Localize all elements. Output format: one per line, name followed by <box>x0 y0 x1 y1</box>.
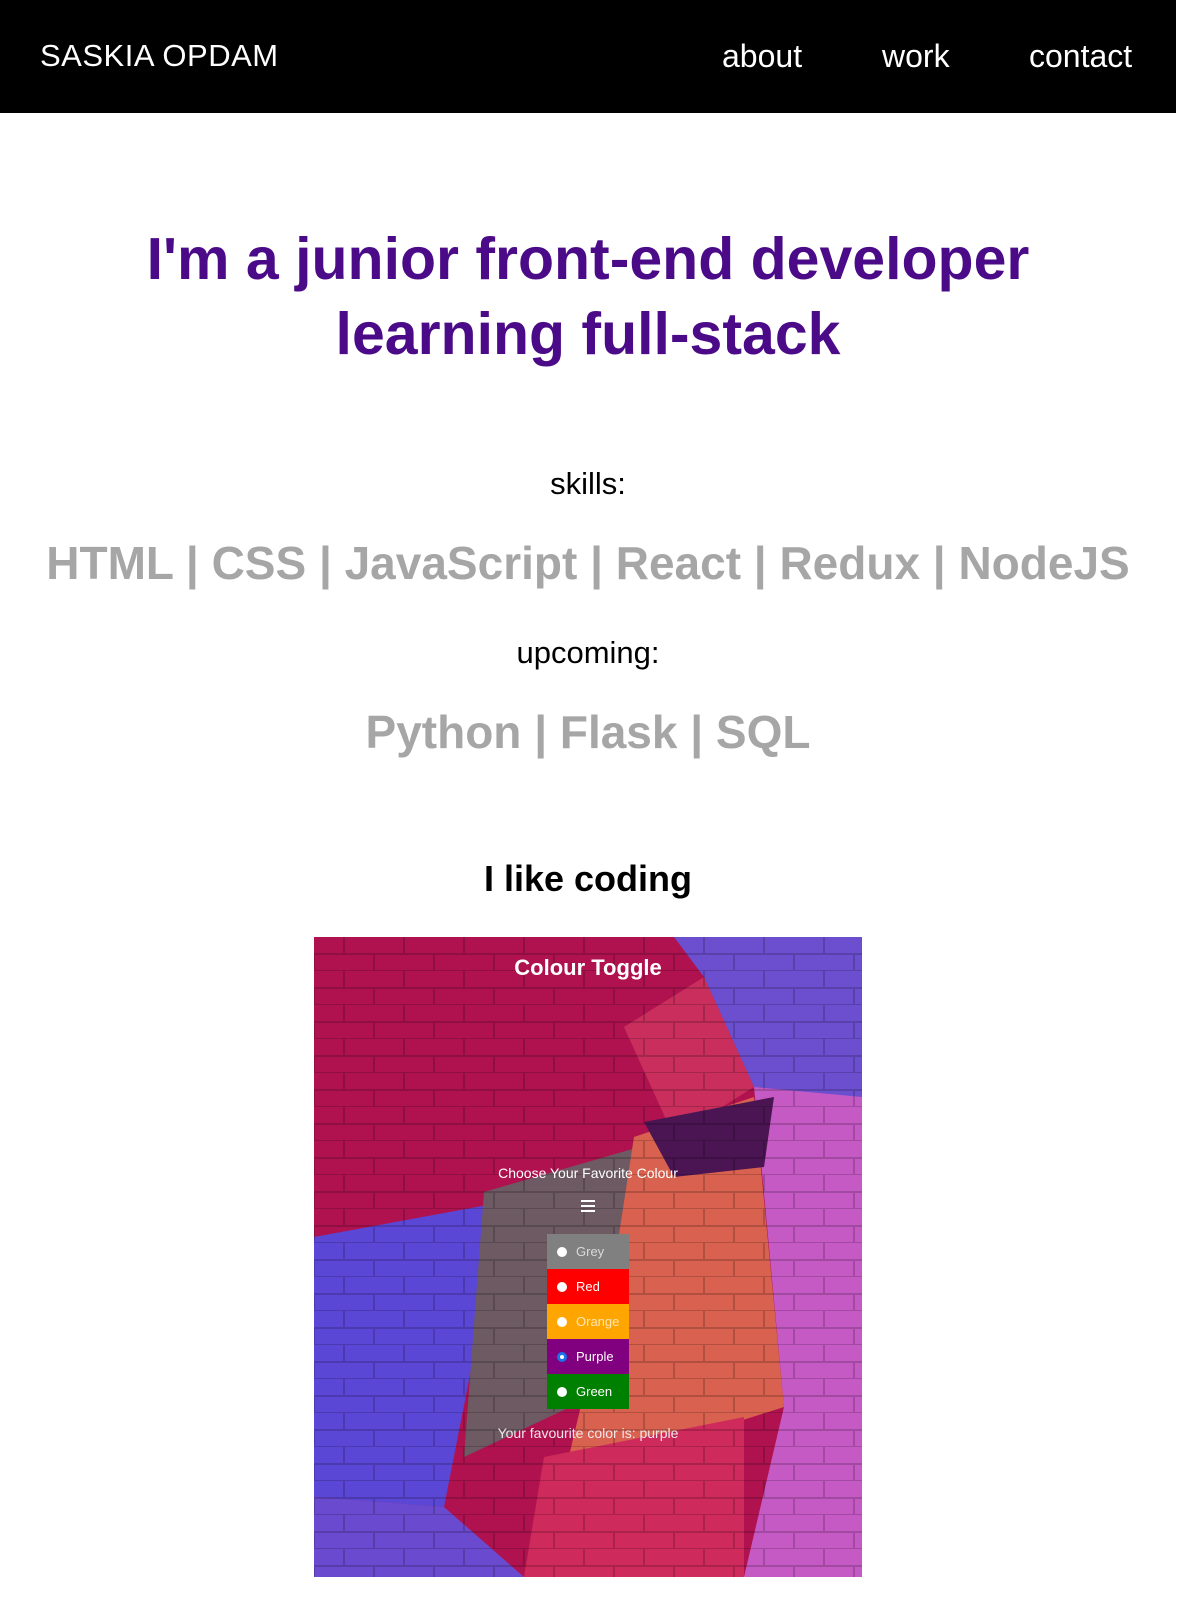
colour-prompt: Choose Your Favorite Colour <box>498 1165 678 1181</box>
upcoming-label: upcoming: <box>516 635 660 670</box>
colour-option-purple[interactable]: Purple <box>547 1339 629 1374</box>
radio-red[interactable] <box>557 1281 567 1292</box>
colour-option-label: Grey <box>576 1244 605 1259</box>
hero-title-line-2: learning full-stack <box>335 301 841 367</box>
brand-logo[interactable]: SASKIA OPDAM <box>40 38 279 74</box>
hamburger-menu-icon[interactable] <box>581 1200 595 1212</box>
radio-orange[interactable] <box>557 1316 567 1327</box>
skills-list: HTML | CSS | JavaScript | React | Redux … <box>46 537 1130 589</box>
skills-label: skills: <box>550 466 626 501</box>
radio-green[interactable] <box>557 1386 567 1397</box>
colour-option-red[interactable]: Red <box>547 1269 629 1304</box>
hero-title: I'm a junior front-end developer learnin… <box>0 222 1176 372</box>
radio-purple[interactable] <box>557 1351 567 1362</box>
colour-option-label: Purple <box>576 1349 614 1364</box>
colour-options: Grey Red Orange Purple Green <box>547 1234 629 1409</box>
nav-link-about[interactable]: about <box>722 38 802 75</box>
favourite-colour-result: Your favourite color is: purple <box>497 1425 679 1441</box>
nav-link-work[interactable]: work <box>882 38 950 75</box>
colour-option-label: Orange <box>576 1314 620 1329</box>
app-title: Colour Toggle <box>514 955 662 980</box>
coding-heading: I like coding <box>483 858 693 899</box>
colour-option-label: Red <box>576 1279 600 1294</box>
hero-title-line-1: I'm a junior front-end developer <box>146 226 1030 292</box>
project-screenshot-colour-toggle[interactable]: Colour Toggle Choose Your Favorite Colou… <box>314 937 862 1577</box>
colour-option-grey[interactable]: Grey <box>547 1234 629 1269</box>
navbar: SASKIA OPDAM about work contact <box>0 0 1176 113</box>
colour-option-label: Green <box>576 1384 613 1399</box>
upcoming-skills-list: Python | Flask | SQL <box>365 706 811 758</box>
colour-option-green[interactable]: Green <box>547 1374 629 1409</box>
radio-grey[interactable] <box>557 1246 567 1257</box>
nav-link-contact[interactable]: contact <box>1029 38 1132 75</box>
colour-option-orange[interactable]: Orange <box>547 1304 629 1339</box>
